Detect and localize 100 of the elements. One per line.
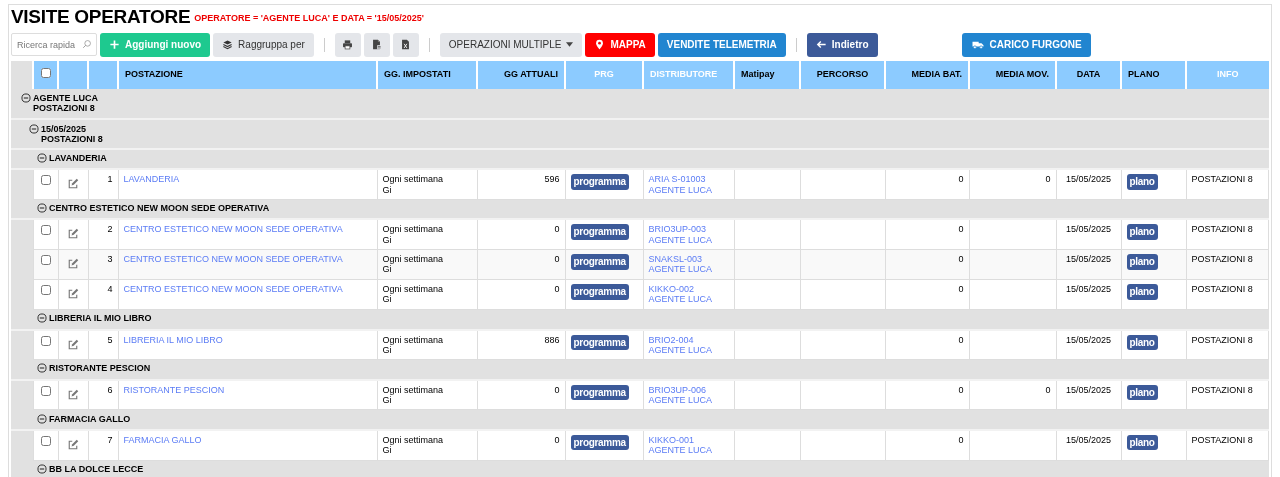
back-button[interactable]: Indietro bbox=[806, 32, 878, 57]
machine-link[interactable]: KIKKO-001 bbox=[648, 435, 729, 446]
machine-link[interactable]: ARIA S-01003 bbox=[648, 174, 729, 185]
column-header[interactable]: MEDIA MOV. bbox=[969, 60, 1056, 89]
column-header[interactable]: PLANO bbox=[1121, 60, 1186, 89]
machine-link[interactable]: AGENTE LUCA bbox=[648, 264, 729, 275]
column-header[interactable]: Matipay bbox=[734, 60, 800, 89]
days-count: 0 bbox=[477, 219, 565, 250]
page-title: VISITE OPERATORE bbox=[11, 7, 191, 28]
date-text: 15/05/2025 bbox=[1065, 224, 1111, 235]
machine-link[interactable]: KIKKO-002 bbox=[648, 284, 729, 295]
machine-link[interactable]: BRIO3UP-006 bbox=[648, 384, 729, 396]
print-button[interactable] bbox=[334, 32, 361, 57]
schedule-text: Gi bbox=[382, 184, 393, 195]
column-header[interactable]: DATA bbox=[1056, 60, 1121, 89]
plano-badge[interactable]: plano bbox=[1126, 435, 1158, 451]
edit-icon[interactable] bbox=[67, 439, 79, 451]
machine-link[interactable]: BRIO2-004 bbox=[648, 334, 729, 345]
machine-link[interactable]: AGENTE LUCA bbox=[648, 184, 729, 195]
plano-badge[interactable]: plano bbox=[1126, 334, 1158, 351]
location-link[interactable]: LAVANDERIA bbox=[123, 174, 180, 185]
column-header[interactable]: POSTAZIONE bbox=[118, 60, 377, 89]
collapse-icon[interactable] bbox=[37, 463, 47, 474]
location-link[interactable]: FARMACIA GALLO bbox=[123, 435, 202, 445]
row-checkbox[interactable] bbox=[40, 285, 51, 296]
column-header[interactable]: MEDIA BAT. bbox=[885, 60, 969, 89]
machine-link[interactable]: AGENTE LUCA bbox=[648, 395, 729, 406]
telemetry-sales-button[interactable]: VENDITE TELEMETRIA bbox=[657, 32, 786, 57]
info-text: POSTAZIONI 8 bbox=[1191, 334, 1253, 345]
machine-link[interactable]: BRIO3UP-003 bbox=[648, 224, 729, 235]
edit-icon[interactable] bbox=[67, 338, 79, 351]
column-header[interactable]: GG. IMPOSTATI bbox=[377, 60, 477, 89]
column-header[interactable]: PERCORSO bbox=[800, 60, 885, 89]
schedule-text: Gi bbox=[382, 395, 393, 406]
battery-average: 0 bbox=[885, 279, 969, 310]
schedule-text: Ogni settimana bbox=[382, 254, 445, 265]
plus-icon bbox=[109, 39, 120, 51]
battery-average: 0 bbox=[885, 219, 969, 250]
battery-average: 0 bbox=[885, 379, 969, 410]
row-checkbox[interactable] bbox=[40, 175, 51, 186]
days-count: 596 bbox=[477, 169, 565, 200]
edit-icon[interactable] bbox=[67, 288, 79, 301]
group-label[interactable]: 15/05/2025 bbox=[41, 123, 103, 134]
group-label[interactable]: FARMACIA GALLO bbox=[49, 413, 131, 424]
collapse-icon[interactable] bbox=[29, 123, 39, 134]
collapse-icon[interactable] bbox=[37, 313, 47, 324]
collapse-icon[interactable] bbox=[37, 203, 47, 213]
group-label[interactable]: RISTORANTE PESCION bbox=[49, 363, 151, 374]
row-checkbox[interactable] bbox=[40, 335, 51, 346]
excel-export-button[interactable] bbox=[392, 32, 419, 57]
select-all-checkbox[interactable] bbox=[40, 68, 51, 79]
row-checkbox[interactable] bbox=[40, 255, 51, 266]
van-load-button[interactable]: CARICO FURGONE bbox=[961, 32, 1091, 57]
column-header[interactable]: GG ATTUALI bbox=[477, 60, 565, 89]
row-checkbox[interactable] bbox=[40, 225, 51, 236]
map-pin-icon bbox=[594, 39, 606, 51]
machine-link[interactable]: SNAKSL-003 bbox=[648, 254, 729, 265]
search-field[interactable]: Ricerca rapida bbox=[11, 33, 97, 57]
program-badge[interactable]: programma bbox=[570, 224, 629, 240]
plano-badge[interactable]: plano bbox=[1126, 254, 1158, 270]
program-badge[interactable]: programma bbox=[570, 284, 629, 300]
group-label[interactable]: LIBRERIA IL MIO LIBRO bbox=[49, 313, 152, 324]
program-badge[interactable]: programma bbox=[570, 384, 629, 401]
location-link[interactable]: RISTORANTE PESCION bbox=[123, 384, 225, 395]
group-label[interactable]: CENTRO ESTETICO NEW MOON SEDE OPERATIVA bbox=[49, 203, 270, 214]
machine-link[interactable]: AGENTE LUCA bbox=[648, 294, 729, 305]
plano-badge[interactable]: plano bbox=[1126, 174, 1158, 190]
collapse-icon[interactable] bbox=[37, 413, 47, 424]
schedule-text: Gi bbox=[382, 344, 392, 356]
machine-link[interactable]: AGENTE LUCA bbox=[648, 344, 729, 356]
group-by-button[interactable]: Raggruppa per bbox=[213, 32, 314, 57]
collapse-icon[interactable] bbox=[21, 93, 31, 104]
edit-icon[interactable] bbox=[67, 388, 79, 401]
collapse-icon[interactable] bbox=[37, 363, 47, 374]
program-badge[interactable]: programma bbox=[570, 334, 629, 351]
machine-link[interactable]: AGENTE LUCA bbox=[648, 234, 729, 246]
plano-badge[interactable]: plano bbox=[1126, 284, 1158, 300]
group-label[interactable]: LAVANDERIA bbox=[49, 152, 107, 164]
machine-link[interactable]: AGENTE LUCA bbox=[648, 445, 729, 456]
truck-icon bbox=[970, 39, 985, 51]
program-badge[interactable]: programma bbox=[570, 254, 629, 270]
program-badge[interactable]: programma bbox=[570, 174, 629, 190]
bulk-actions-dropdown[interactable]: OPERAZIONI MULTIPLE bbox=[439, 32, 583, 57]
row-checkbox[interactable] bbox=[40, 385, 51, 396]
group-label[interactable]: AGENTE LUCA bbox=[33, 93, 98, 104]
edit-icon[interactable] bbox=[67, 228, 79, 241]
schedule-text: Ogni settimana bbox=[382, 174, 445, 185]
row-checkbox[interactable] bbox=[40, 436, 51, 446]
program-badge[interactable]: programma bbox=[570, 435, 629, 451]
collapse-icon[interactable] bbox=[37, 152, 47, 163]
edit-icon[interactable] bbox=[67, 178, 79, 191]
location-link[interactable]: LIBRERIA IL MIO LIBRO bbox=[123, 334, 223, 345]
group-label[interactable]: BB LA DOLCE LECCE bbox=[49, 463, 144, 475]
info-text: POSTAZIONI 8 bbox=[1191, 224, 1253, 235]
map-button[interactable]: MAPPA bbox=[585, 32, 655, 57]
plano-badge[interactable]: plano bbox=[1126, 384, 1158, 401]
pdf-export-button[interactable] bbox=[363, 32, 390, 57]
plano-badge[interactable]: plano bbox=[1126, 224, 1158, 240]
edit-icon[interactable] bbox=[67, 258, 79, 271]
days-count: 886 bbox=[477, 329, 565, 360]
